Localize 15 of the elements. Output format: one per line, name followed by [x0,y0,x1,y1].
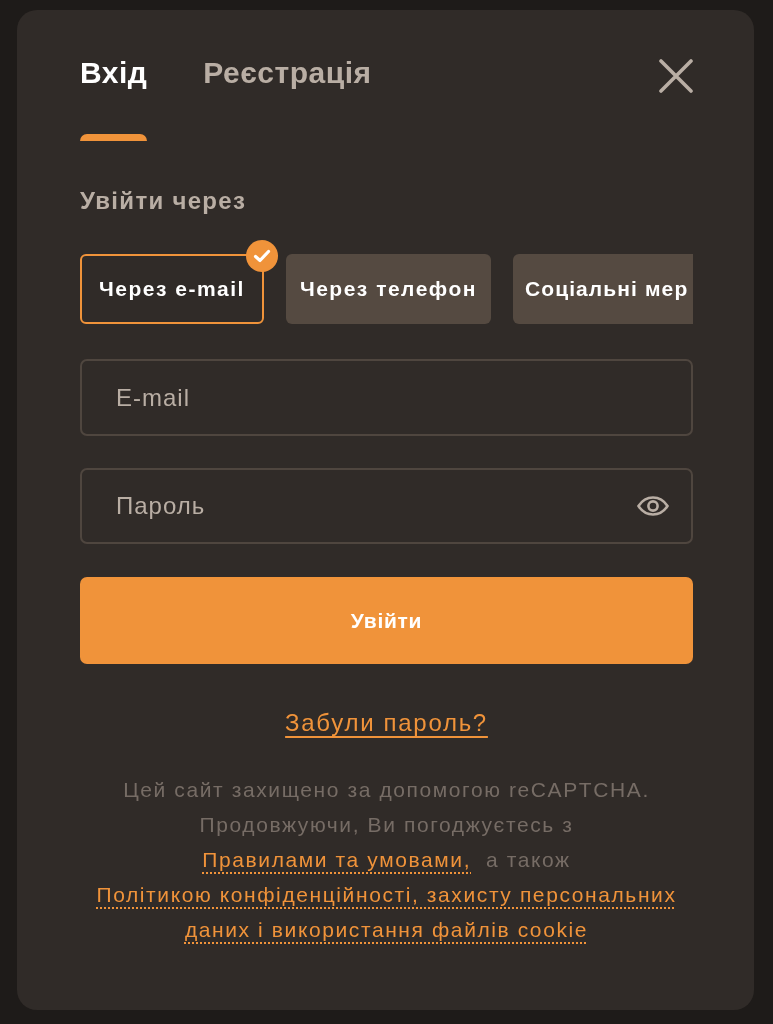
login-method-tab[interactable]: Через телефон [285,254,491,324]
tab[interactable]: Реєстрація [203,55,372,91]
privacy-policy-link[interactable]: Політикою конфіденційності, захисту персональних [96,883,677,906]
legal-notice: Цей сайт захищено за допомогою reCAPTCHA. Продовжуючи, Ви погоджуєтесь з Правилами та умовами, а також Політикою конфіденційності, захисту персональних даних і використання файлів cookie [95,777,678,943]
forgot-password-link[interactable]: Забули пароль? [285,708,488,738]
privacy-policy-link[interactable]: даних і використання файлів cookie [184,918,589,941]
close-icon [659,59,693,93]
tab[interactable]: Вхід [80,55,148,91]
eye-icon[interactable] [637,496,669,516]
terms-link[interactable]: Правилами та умовами, [202,848,472,871]
login-method-tab[interactable]: Соціальні мер [512,254,693,324]
section-title: Увійти через [80,187,248,215]
email-field[interactable]: E-mail [80,359,693,436]
password-field[interactable]: Пароль [80,468,693,544]
close-button[interactable] [659,59,693,93]
